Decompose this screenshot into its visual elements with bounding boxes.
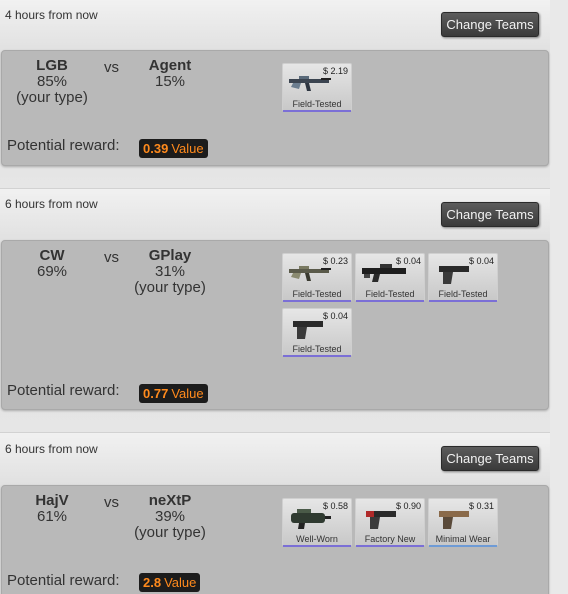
item-price: $ 0.04: [468, 256, 494, 266]
change-teams-button[interactable]: Change Teams: [441, 12, 539, 37]
item-wear: Well-Worn: [296, 534, 338, 544]
team-percent: 85%: [36, 73, 68, 90]
item-price: $ 0.04: [322, 311, 348, 321]
match-card: LGB 85% (your type) vs Agent 15% $ 2.19 …: [1, 50, 549, 166]
item-wear: Field-Tested: [292, 99, 342, 109]
wear-bar: [356, 300, 424, 302]
team-percent: 15%: [154, 73, 186, 90]
item-price: $ 0.04: [395, 256, 421, 266]
pistol-icon: [439, 266, 469, 284]
reward-unit: Value: [171, 386, 204, 401]
reward-label: Potential reward:: [7, 572, 120, 589]
item-card[interactable]: $ 0.90 Factory New: [355, 498, 425, 547]
pistol-icon: [366, 511, 396, 529]
team-name: GPlay: [148, 247, 192, 264]
change-teams-button[interactable]: Change Teams: [441, 446, 539, 471]
item-wear: Field-Tested: [365, 289, 415, 299]
match-time: 6 hours from now: [5, 197, 98, 211]
item-price: $ 0.90: [395, 501, 421, 511]
item-price: $ 0.23: [322, 256, 348, 266]
team-note: (your type): [16, 89, 88, 106]
reward-unit: Value: [164, 575, 197, 590]
item-card[interactable]: $ 0.23 Field-Tested: [282, 253, 352, 302]
wear-bar: [283, 355, 351, 357]
match-time: 4 hours from now: [5, 8, 98, 22]
item-wear: Minimal Wear: [435, 534, 491, 544]
team-percent: 69%: [36, 263, 68, 280]
item-card[interactable]: $ 2.19 Field-Tested: [282, 63, 352, 112]
team-left[interactable]: CW 69%: [0, 248, 107, 280]
wear-bar: [429, 545, 497, 547]
item-card[interactable]: $ 0.04 Field-Tested: [282, 308, 352, 357]
item-wear: Field-Tested: [292, 344, 342, 354]
match-card: HajV 61% vs neXtP 39% (your type) $ 0.58…: [1, 485, 549, 594]
wear-bar: [356, 545, 424, 547]
item-card[interactable]: $ 0.04 Field-Tested: [428, 253, 498, 302]
team-name: LGB: [36, 57, 68, 74]
team-left[interactable]: LGB 85% (your type): [0, 58, 107, 106]
team-right[interactable]: Agent 15%: [115, 58, 225, 90]
pistol-icon: [293, 321, 323, 339]
team-name: CW: [39, 247, 65, 264]
item-wear: Field-Tested: [438, 289, 488, 299]
team-note: (your type): [134, 524, 206, 541]
wear-bar: [429, 300, 497, 302]
team-name: Agent: [148, 57, 192, 74]
reward-unit: Value: [171, 141, 204, 156]
item-price: $ 0.58: [322, 501, 348, 511]
item-wear: Factory New: [364, 534, 416, 544]
item-price: $ 0.31: [468, 501, 494, 511]
wear-bar: [283, 110, 351, 112]
wear-bar: [283, 545, 351, 547]
reward-value: 0.77: [143, 386, 169, 401]
item-price: $ 2.19: [322, 66, 348, 76]
pistol-tan-icon: [439, 511, 469, 529]
team-right[interactable]: neXtP 39% (your type): [115, 493, 225, 541]
match-time: 6 hours from now: [5, 442, 98, 456]
wear-bar: [283, 300, 351, 302]
item-card[interactable]: $ 0.58 Well-Worn: [282, 498, 352, 547]
item-card[interactable]: $ 0.04 Field-Tested: [355, 253, 425, 302]
team-note: (your type): [134, 279, 206, 296]
team-name: HajV: [35, 492, 69, 509]
item-wear: Field-Tested: [292, 289, 342, 299]
reward-label: Potential reward:: [7, 137, 120, 154]
reward-label: Potential reward:: [7, 382, 120, 399]
team-percent: 39%: [154, 508, 186, 525]
team-name: neXtP: [148, 492, 192, 509]
team-right[interactable]: GPlay 31% (your type): [115, 248, 225, 296]
reward-value: 2.8: [143, 575, 162, 590]
team-percent: 31%: [154, 263, 186, 280]
reward-badge: 2.8 Value: [139, 573, 201, 592]
team-percent: 61%: [36, 508, 68, 525]
reward-badge: 0.39 Value: [139, 139, 208, 158]
item-card[interactable]: $ 0.31 Minimal Wear: [428, 498, 498, 547]
change-teams-button[interactable]: Change Teams: [441, 202, 539, 227]
team-left[interactable]: HajV 61%: [0, 493, 107, 525]
match-card: CW 69% vs GPlay 31% (your type) $ 0.23 F…: [1, 240, 549, 410]
reward-badge: 0.77 Value: [139, 384, 208, 403]
reward-value: 0.39: [143, 141, 169, 156]
